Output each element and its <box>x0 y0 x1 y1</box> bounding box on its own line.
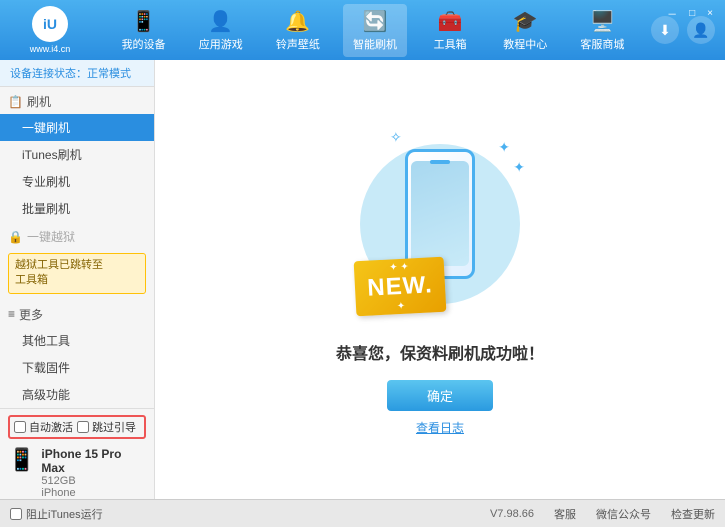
toolbox-icon: 🧰 <box>438 9 463 34</box>
nav-tutorial-label: 教程中心 <box>503 36 547 52</box>
skip-guide-input[interactable] <box>77 421 89 433</box>
sparkle-icon: ✦ ✦ <box>389 261 409 273</box>
nav-toolbox[interactable]: 🧰 工具箱 <box>420 4 480 57</box>
nav-my-device[interactable]: 📱 我的设备 <box>112 4 176 57</box>
nav-service[interactable]: 🖥️ 客服商城 <box>570 4 634 57</box>
auto-activate-checkbox[interactable]: 自动激活 <box>14 419 73 435</box>
service-icon: 🖥️ <box>590 9 615 34</box>
bottombar: 阻止iTunes运行 V7.98.66 客服 微信公众号 检查更新 <box>0 499 725 527</box>
view-log-link[interactable]: 查看日志 <box>416 419 464 436</box>
nav-smart-flash-label: 智能刷机 <box>353 36 397 52</box>
window-controls: － □ × <box>663 4 717 23</box>
my-device-icon: 📱 <box>131 9 156 34</box>
smart-flash-icon: 🔄 <box>363 9 388 34</box>
sidebar: 设备连接状态：正常模式 📋 刷机 一键刷机 iTunes刷机 专业刷机 批量刷机… <box>0 60 155 499</box>
device-type: iPhone <box>41 487 146 499</box>
sparkle-icon-2: ✦ <box>397 300 406 311</box>
skip-guide-checkbox[interactable]: 跳过引导 <box>77 419 136 435</box>
nav-service-label: 客服商城 <box>580 36 624 52</box>
device-name: iPhone 15 Pro Max <box>41 447 146 475</box>
star-icon-3: ✧ <box>390 129 402 146</box>
main-layout: 设备连接状态：正常模式 📋 刷机 一键刷机 iTunes刷机 专业刷机 批量刷机… <box>0 60 725 499</box>
status-value: 正常模式 <box>87 68 131 80</box>
check-update-link[interactable]: 检查更新 <box>671 506 715 522</box>
phone-illustration: ✦ ✦ ✧ ✦ ✦ NEW. ✦ <box>350 124 530 324</box>
minimize-button[interactable]: － <box>663 4 681 23</box>
device-area: 自动激活 跳过引导 📱 iPhone 15 Pro Max 512GB iPho… <box>0 408 154 499</box>
topbar: iU www.i4.cn 📱 我的设备 👤 应用游戏 🔔 铃声壁纸 🔄 智能刷机 <box>0 0 725 60</box>
new-banner: ✦ ✦ NEW. ✦ <box>354 256 447 316</box>
sidebar-item-itunes-flash[interactable]: iTunes刷机 <box>0 141 154 168</box>
success-message: 恭喜您，保资料刷机成功啦！ <box>336 340 544 364</box>
nav-bar: 📱 我的设备 👤 应用游戏 🔔 铃声壁纸 🔄 智能刷机 🧰 工具箱 🎓 <box>105 4 641 57</box>
sidebar-item-other-tools[interactable]: 其他工具 <box>0 327 154 354</box>
tutorial-icon: 🎓 <box>513 9 538 34</box>
nav-smart-flash[interactable]: 🔄 智能刷机 <box>343 4 407 57</box>
auto-options-row: 自动激活 跳过引导 <box>8 415 146 439</box>
nav-tutorial[interactable]: 🎓 教程中心 <box>493 4 557 57</box>
maximize-button[interactable]: □ <box>685 6 699 21</box>
feedback-link[interactable]: 客服 <box>554 506 576 522</box>
sidebar-item-download-firmware[interactable]: 下载固件 <box>0 354 154 381</box>
phone-notch <box>430 160 450 164</box>
logo-url: www.i4.cn <box>30 44 71 54</box>
star-icon-1: ✦ <box>498 139 510 156</box>
status-label: 设备连接状态： <box>10 68 87 80</box>
sidebar-item-pro-flash[interactable]: 专业刷机 <box>0 168 154 195</box>
nav-app-games-label: 应用游戏 <box>199 36 243 52</box>
confirm-button[interactable]: 确定 <box>387 380 493 411</box>
device-phone-icon: 📱 <box>8 447 35 473</box>
jailbreak-notice: 越狱工具已跳转至工具箱 <box>8 253 146 294</box>
flash-section-label: 刷机 <box>27 93 51 110</box>
star-icon-2: ✦ <box>513 159 525 176</box>
nav-toolbox-label: 工具箱 <box>434 36 467 52</box>
device-info: 📱 iPhone 15 Pro Max 512GB iPhone <box>8 443 146 499</box>
auto-activate-input[interactable] <box>14 421 26 433</box>
more-section-label: 更多 <box>19 306 43 323</box>
sidebar-item-advanced[interactable]: 高级功能 <box>0 381 154 408</box>
version-label: V7.98.66 <box>490 508 534 520</box>
device-details: iPhone 15 Pro Max 512GB iPhone <box>41 447 146 499</box>
flash-section-header: 📋 刷机 <box>0 87 154 114</box>
block-itunes-checkbox[interactable]: 阻止iTunes运行 <box>10 503 103 525</box>
ringtone-icon: 🔔 <box>285 9 310 34</box>
sidebar-item-one-click-flash[interactable]: 一键刷机 <box>0 114 154 141</box>
more-section-icon: ≡ <box>8 307 15 321</box>
nav-ringtone[interactable]: 🔔 铃声壁纸 <box>266 4 330 57</box>
jailbreak-label: 一键越狱 <box>27 228 75 245</box>
device-storage: 512GB <box>41 475 146 487</box>
wechat-link[interactable]: 微信公众号 <box>596 506 651 522</box>
main-content: ✦ ✦ ✧ ✦ ✦ NEW. ✦ 恭喜您，保资料刷机成功啦！ 确定 查看日志 <box>155 60 725 499</box>
lock-icon: 🔒 <box>8 230 23 244</box>
app-games-icon: 👤 <box>208 9 233 34</box>
nav-my-device-label: 我的设备 <box>122 36 166 52</box>
more-section-header: ≡ 更多 <box>0 298 154 327</box>
logo-icon: iU <box>32 6 68 42</box>
flash-section-icon: 📋 <box>8 95 23 109</box>
jailbreak-section-header: 🔒 一键越狱 <box>0 222 154 249</box>
new-badge-text: NEW. <box>367 270 434 301</box>
block-itunes-input[interactable] <box>10 508 22 520</box>
close-button[interactable]: × <box>703 6 717 21</box>
nav-ringtone-label: 铃声壁纸 <box>276 36 320 52</box>
sidebar-item-batch-flash[interactable]: 批量刷机 <box>0 195 154 222</box>
nav-app-games[interactable]: 👤 应用游戏 <box>189 4 253 57</box>
block-itunes-label: 阻止iTunes运行 <box>26 506 103 522</box>
phone-screen <box>411 161 469 266</box>
status-bar: 设备连接状态：正常模式 <box>0 60 154 87</box>
logo-area: iU www.i4.cn <box>10 6 90 54</box>
